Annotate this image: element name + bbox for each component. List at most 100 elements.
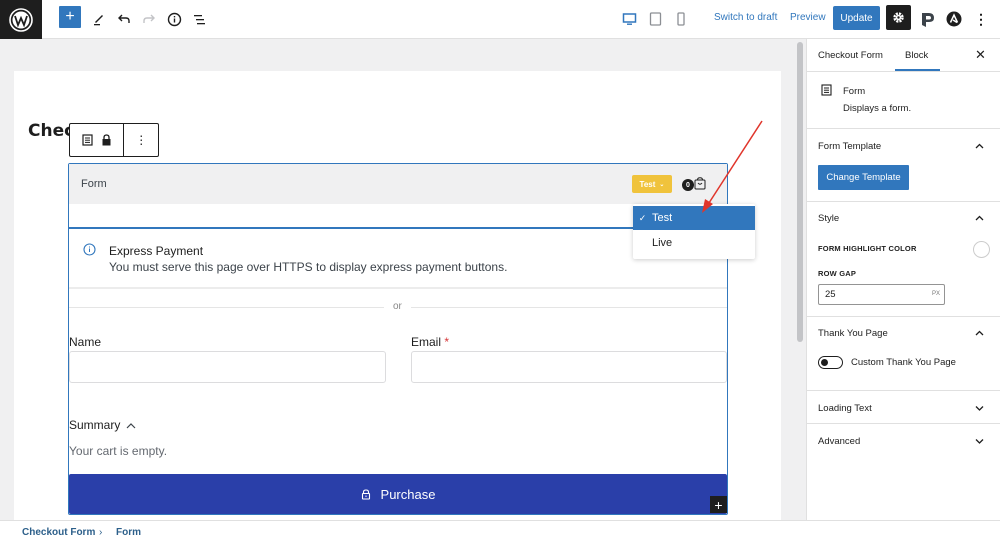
- chevron-down-icon[interactable]: [975, 438, 984, 444]
- advanced-panel[interactable]: Advanced: [807, 424, 1000, 457]
- block-name: Form: [843, 86, 866, 97]
- chevron-up-icon[interactable]: [975, 330, 984, 336]
- row-gap-label: ROW GAP: [818, 269, 857, 278]
- undo-button[interactable]: [112, 7, 136, 31]
- block-toolbar: ⋮: [69, 123, 159, 157]
- lock-icon: [361, 488, 370, 500]
- chevron-up-icon[interactable]: [975, 143, 984, 149]
- name-input[interactable]: [69, 351, 386, 383]
- astra-button[interactable]: [942, 7, 966, 31]
- gear-icon: [893, 12, 904, 23]
- tab-block[interactable]: Block: [905, 50, 928, 61]
- mobile-preview-button[interactable]: [669, 7, 693, 31]
- plugin-p-button[interactable]: [916, 7, 940, 31]
- chevron-up-icon[interactable]: [975, 215, 984, 221]
- desktop-preview-button[interactable]: [617, 7, 641, 31]
- settings-button[interactable]: [886, 5, 911, 30]
- block-options-button[interactable]: ⋮: [124, 124, 158, 156]
- summary-toggle[interactable]: Summary: [69, 418, 136, 432]
- wordpress-icon: [9, 7, 33, 32]
- lock-icon[interactable]: [101, 134, 112, 146]
- mode-option-label: Live: [652, 237, 673, 249]
- list-view-button[interactable]: [187, 7, 211, 31]
- page-content: Chec ⋮ Form Test ⌄ 0 Express Payment You…: [14, 71, 781, 520]
- highlight-color-picker[interactable]: [973, 241, 990, 258]
- mode-option-live[interactable]: Live: [633, 231, 755, 255]
- name-field-label: Name: [69, 335, 102, 349]
- form-block-icon[interactable]: [82, 134, 93, 146]
- plugin-logo-icon: [922, 12, 934, 27]
- update-button[interactable]: Update: [833, 6, 880, 30]
- wordpress-logo[interactable]: [0, 0, 42, 39]
- chevron-up-icon: [126, 422, 136, 428]
- preview-link[interactable]: Preview: [790, 12, 826, 23]
- advanced-title[interactable]: Advanced: [818, 436, 860, 447]
- email-field-label: Email *: [411, 335, 449, 349]
- purchase-label: Purchase: [380, 486, 436, 502]
- list-view-icon: [193, 14, 205, 24]
- payment-mode-selector[interactable]: Test ⌄: [632, 175, 672, 193]
- astra-icon: [946, 11, 962, 27]
- scrollbar-thumb[interactable]: [797, 42, 803, 342]
- style-title[interactable]: Style: [818, 213, 839, 224]
- block-type-group: [70, 124, 125, 156]
- express-payment-title: Express Payment: [109, 244, 204, 258]
- info-icon: [83, 243, 96, 256]
- add-block-button[interactable]: +: [59, 6, 81, 28]
- details-button[interactable]: [162, 7, 186, 31]
- summary-label: Summary: [69, 418, 121, 432]
- tools-button[interactable]: [87, 7, 111, 31]
- tablet-icon: [649, 12, 661, 26]
- editor-top-bar: + Switch to draft Preview Update ⋮: [0, 0, 1000, 39]
- express-payment-message: You must serve this page over HTTPS to d…: [109, 260, 508, 274]
- breadcrumb-checkout-form[interactable]: Checkout Form: [22, 527, 95, 538]
- page-title[interactable]: Chec: [28, 121, 74, 141]
- switch-to-draft-link[interactable]: Switch to draft: [714, 12, 777, 23]
- block-card: Form Displays a form.: [807, 72, 1000, 129]
- redo-button[interactable]: [137, 7, 161, 31]
- email-label-text: Email: [411, 335, 442, 349]
- editor-canvas: Chec ⋮ Form Test ⌄ 0 Express Payment You…: [0, 39, 796, 520]
- plus-icon: +: [714, 496, 723, 513]
- loading-text-title[interactable]: Loading Text: [818, 403, 872, 414]
- options-menu-button[interactable]: ⋮: [969, 7, 993, 31]
- info-icon: [167, 12, 181, 26]
- tab-checkout-form[interactable]: Checkout Form: [818, 50, 883, 61]
- form-block[interactable]: Form Test ⌄ 0 Express Payment You must s…: [68, 163, 728, 515]
- close-sidebar-button[interactable]: ✕: [975, 47, 986, 63]
- email-input[interactable]: [411, 351, 727, 383]
- tablet-preview-button[interactable]: [643, 7, 667, 31]
- block-inserter-button[interactable]: +: [710, 496, 727, 513]
- style-panel: Style FORM HIGHLIGHT COLOR ROW GAP 25 PX: [807, 202, 1000, 317]
- chevron-down-icon: ⌄: [659, 181, 665, 188]
- row-gap-unit[interactable]: PX: [932, 291, 940, 297]
- row-gap-input[interactable]: 25 PX: [818, 284, 945, 305]
- desktop-icon: [622, 13, 636, 25]
- breadcrumb-form[interactable]: Form: [116, 527, 141, 538]
- loading-text-panel[interactable]: Loading Text: [807, 391, 1000, 424]
- form-template-title[interactable]: Form Template: [818, 141, 881, 152]
- block-breadcrumb: Checkout Form › Form: [0, 520, 1000, 544]
- divider-line: [411, 307, 727, 308]
- thank-you-page-title[interactable]: Thank You Page: [818, 328, 888, 339]
- cart-empty-message: Your cart is empty.: [69, 444, 168, 458]
- block-description: Displays a form.: [843, 103, 912, 114]
- toggle-knob: [821, 359, 828, 366]
- express-payment-notice: Express Payment You must serve this page…: [69, 229, 727, 289]
- annotation-arrow: [702, 120, 763, 213]
- mode-option-label: Test: [652, 212, 673, 224]
- highlight-color-label: FORM HIGHLIGHT COLOR: [818, 244, 917, 253]
- mode-badge-label: Test: [639, 179, 656, 189]
- breadcrumb-separator-icon: ›: [99, 527, 103, 538]
- canvas-scrollbar[interactable]: [796, 39, 806, 520]
- form-block-icon: [821, 84, 832, 96]
- check-icon: ✓: [638, 212, 647, 223]
- form-block-header: Form Test ⌄ 0: [69, 164, 727, 204]
- plus-icon: +: [65, 8, 75, 25]
- custom-thank-you-toggle[interactable]: [818, 356, 843, 369]
- chevron-down-icon[interactable]: [975, 405, 984, 411]
- purchase-button[interactable]: Purchase: [69, 474, 727, 514]
- change-template-button[interactable]: Change Template: [818, 165, 909, 190]
- thank-you-page-panel: Thank You Page Custom Thank You Page: [807, 317, 1000, 391]
- row-gap-value: 25: [825, 289, 836, 300]
